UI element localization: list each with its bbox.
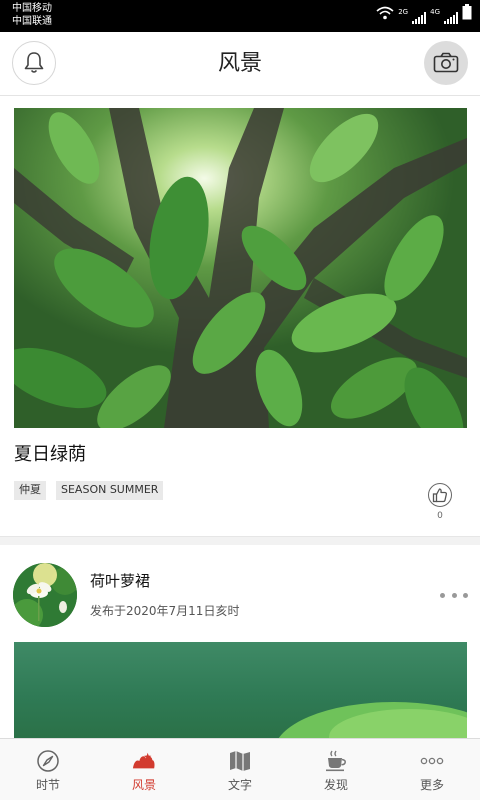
network-type-2: 4G: [430, 8, 440, 16]
signal-icon: [412, 12, 427, 24]
tree-canopy-illustration: [14, 108, 467, 428]
carrier-1: 中国移动: [12, 3, 52, 14]
page-title: 风景: [217, 51, 262, 76]
network-type-1: 2G: [398, 8, 409, 16]
author-name[interactable]: 荷叶萝裙: [90, 571, 150, 591]
thumbs-up-icon: [432, 488, 448, 503]
nav-label: 时节: [35, 778, 60, 792]
carrier-2: 中国联通: [12, 16, 52, 27]
more-dots-icon: [463, 592, 468, 598]
nav-item-landscape[interactable]: 风景: [96, 739, 192, 800]
compass-icon: [36, 749, 60, 773]
app-header: 风景: [0, 32, 480, 96]
more-dots-icon: [420, 749, 444, 773]
status-bar: 中国移动 中国联通 2G 4G: [0, 0, 480, 32]
more-dots-icon: [440, 592, 445, 598]
hero-photo[interactable]: [14, 108, 467, 428]
tag-list: 仲夏 SEASON SUMMER: [14, 481, 164, 500]
camera-icon: [433, 52, 459, 73]
nav-label: 发现: [323, 778, 348, 792]
nav-item-more[interactable]: 更多: [384, 739, 480, 800]
status-icons: 2G 4G: [376, 4, 472, 24]
camera-button[interactable]: [424, 41, 468, 85]
signal-icon: [444, 12, 458, 24]
map-icon: [228, 749, 252, 773]
nav-label: 更多: [419, 778, 444, 792]
nav-item-discover[interactable]: 发现: [288, 739, 384, 800]
more-dots-icon: [451, 592, 457, 598]
lotus-flower-image: [13, 563, 77, 627]
nav-label: 文字: [227, 778, 252, 792]
tag[interactable]: 仲夏: [14, 481, 46, 500]
bottom-navigation: 时节 风景 文字 发现 更多: [0, 738, 480, 800]
landscape-icon: [132, 749, 156, 773]
avatar[interactable]: [13, 563, 77, 627]
like-button[interactable]: [428, 483, 452, 507]
battery-icon: [462, 4, 472, 24]
more-options-button[interactable]: [440, 589, 468, 601]
card-divider: [0, 536, 480, 545]
wifi-icon: [376, 5, 394, 24]
nav-item-season[interactable]: 时节: [0, 739, 96, 800]
tag[interactable]: SEASON SUMMER: [56, 481, 164, 500]
post-photo[interactable]: [14, 642, 467, 742]
coffee-cup-icon: [324, 749, 348, 773]
post-title[interactable]: 夏日绿荫: [14, 443, 86, 467]
post-date: 发布于2020年7月11日亥时: [90, 604, 240, 618]
nav-label: 风景: [131, 778, 156, 792]
lotus-leaf-illustration: [276, 702, 467, 742]
carrier-info: 中国移动 中国联通: [12, 2, 52, 28]
nav-item-text[interactable]: 文字: [192, 739, 288, 800]
like-count: 0: [437, 511, 443, 521]
